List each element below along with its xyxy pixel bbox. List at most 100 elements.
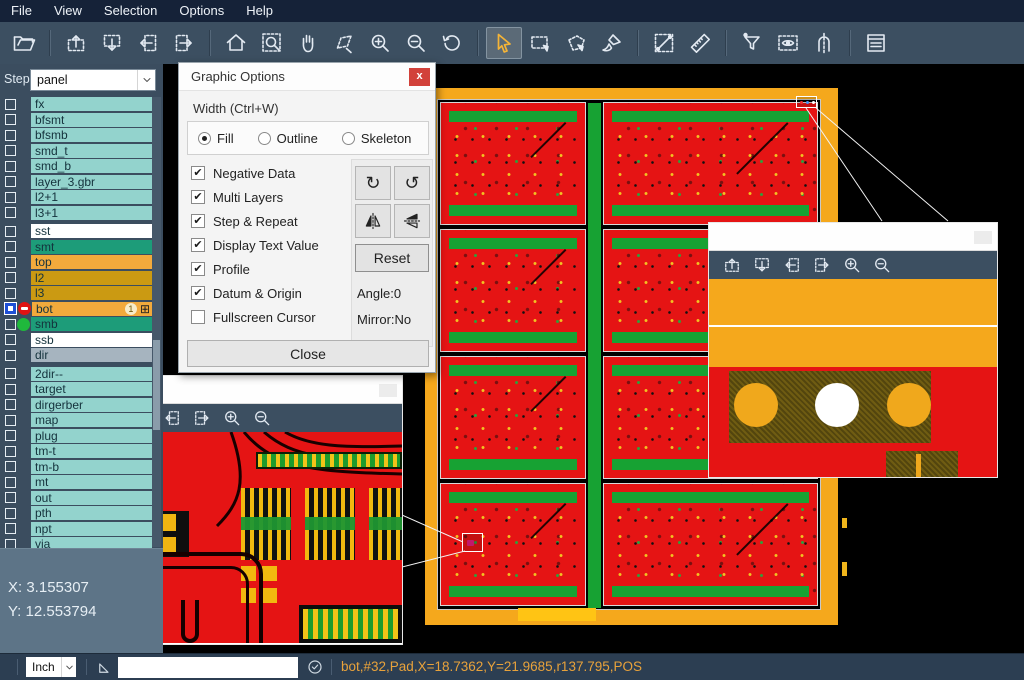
zoom-out-icon[interactable] (398, 27, 434, 59)
layer-name[interactable]: smt (31, 240, 152, 254)
snap-corner-icon[interactable] (96, 658, 114, 676)
magnifier-window-top-right[interactable] (708, 222, 998, 478)
layer-checkbox[interactable] (5, 176, 16, 187)
menu-file[interactable]: File (0, 0, 43, 22)
layer-name[interactable]: smd_b (31, 159, 152, 173)
layer-row[interactable]: l3+1 (0, 206, 163, 220)
layer-row[interactable]: smd_t (0, 144, 163, 158)
grid-icon[interactable]: ⊞ (140, 303, 150, 315)
layer-checkbox[interactable] (5, 523, 16, 534)
layer-row[interactable]: 2dir-- (0, 367, 163, 381)
reset-button[interactable]: Reset (355, 244, 429, 272)
window-button-icon[interactable] (379, 384, 397, 397)
layer-checkbox[interactable] (5, 430, 16, 441)
snap-trace-icon[interactable] (806, 27, 842, 59)
layer-checkbox[interactable] (5, 508, 16, 519)
check-fullscreen-cursor[interactable]: Fullscreen Cursor (191, 305, 346, 329)
layer-name[interactable]: bfsmt (31, 113, 152, 127)
rotate-ccw-button[interactable]: ↺ (394, 166, 430, 200)
check-datum-origin[interactable]: ✔Datum & Origin (191, 281, 346, 305)
checkbox-icon[interactable]: ✔ (191, 238, 205, 252)
layer-name[interactable]: top (31, 255, 152, 269)
layer-name[interactable]: out (31, 491, 152, 505)
layer-checkbox[interactable] (5, 226, 16, 237)
check-step-repeat[interactable]: ✔Step & Repeat (191, 209, 346, 233)
radio-skeleton[interactable]: Skeleton (342, 131, 412, 146)
menu-view[interactable]: View (43, 0, 93, 22)
layer-checkbox[interactable] (5, 207, 16, 218)
menu-selection[interactable]: Selection (93, 0, 168, 22)
layer-checkbox[interactable] (5, 192, 16, 203)
scrollbar-thumb[interactable] (153, 340, 160, 430)
layer-checkbox[interactable] (5, 130, 16, 141)
layer-name[interactable]: target (31, 382, 152, 396)
layer-name[interactable]: plug (31, 429, 152, 443)
layer-checkbox[interactable] (5, 477, 16, 488)
mirror-vertical-button[interactable] (355, 204, 391, 238)
checkbox-icon[interactable]: ✔ (191, 190, 205, 204)
pan-left-icon[interactable] (130, 27, 166, 59)
layer-row[interactable]: bfsmt (0, 113, 163, 127)
layer-checkbox[interactable] (5, 257, 16, 268)
radio-outline[interactable]: Outline (258, 131, 318, 146)
zoom-in-icon[interactable] (217, 406, 247, 430)
radio-fill[interactable]: Fill (198, 131, 234, 146)
magnifier-title-bar[interactable] (709, 223, 997, 251)
layer-name[interactable]: tm-t (31, 444, 152, 458)
layer-name[interactable]: l2 (31, 271, 152, 285)
pan-right-icon[interactable] (187, 406, 217, 430)
close-button[interactable]: Close (187, 340, 429, 367)
pan-hand-icon[interactable] (290, 27, 326, 59)
layer-checkbox[interactable] (5, 446, 16, 457)
check-display-text-value[interactable]: ✔Display Text Value (191, 233, 346, 257)
pan-right-icon[interactable] (166, 27, 202, 59)
magnifier-view[interactable] (709, 279, 997, 477)
layer-row[interactable]: l2+1 (0, 190, 163, 204)
layer-checkbox[interactable] (5, 334, 16, 345)
sidebar-scrollbar[interactable] (152, 97, 161, 547)
layer-checkbox[interactable] (5, 288, 16, 299)
layer-name[interactable]: pth (31, 506, 152, 520)
layer-checkbox[interactable] (5, 384, 16, 395)
chevron-down-icon[interactable] (137, 70, 155, 90)
layer-row[interactable]: bfsmb (0, 128, 163, 142)
layer-row[interactable]: tm-t (0, 444, 163, 458)
layer-row[interactable]: map (0, 413, 163, 427)
layer-checkbox[interactable] (5, 492, 16, 503)
area-zoom-icon[interactable] (326, 27, 362, 59)
check-negative-data[interactable]: ✔Negative Data (191, 161, 346, 185)
unit-select[interactable]: Inch (26, 657, 76, 677)
open-file-icon[interactable] (6, 27, 42, 59)
pan-down-icon[interactable] (94, 27, 130, 59)
layer-row[interactable]: out (0, 491, 163, 505)
mirror-horizontal-button[interactable] (394, 204, 430, 238)
measure-distance-icon[interactable] (646, 27, 682, 59)
zoom-in-icon[interactable] (362, 27, 398, 59)
layer-name[interactable]: layer_3.gbr (31, 175, 152, 189)
layer-row[interactable]: layer_3.gbr (0, 175, 163, 189)
layer-name[interactable]: map (31, 413, 152, 427)
window-button-icon[interactable] (974, 231, 992, 244)
layer-name[interactable]: dirgerber (31, 398, 152, 412)
layer-checkbox[interactable] (5, 145, 16, 156)
layer-row[interactable]: smd_b (0, 159, 163, 173)
layer-name[interactable]: mt (31, 475, 152, 489)
menu-help[interactable]: Help (235, 0, 284, 22)
layer-row[interactable]: smb (0, 317, 163, 331)
layer-checkbox[interactable] (5, 114, 16, 125)
layer-row-active[interactable]: bot 1 ⊞ (0, 302, 163, 316)
rotate-cw-button[interactable]: ↻ (355, 166, 391, 200)
layer-name[interactable]: ssb (31, 333, 152, 347)
layer-row[interactable]: l2 (0, 271, 163, 285)
close-icon[interactable]: x (409, 68, 430, 86)
layer-row[interactable]: mt (0, 475, 163, 489)
select-cursor-icon[interactable] (486, 27, 522, 59)
layer-checkbox[interactable] (5, 272, 16, 283)
rect-select-icon[interactable] (522, 27, 558, 59)
layer-checkbox[interactable] (5, 241, 16, 252)
layer-checkbox[interactable] (5, 161, 16, 172)
layer-checkbox[interactable] (5, 368, 16, 379)
layer-row[interactable]: sst (0, 224, 163, 238)
pan-down-icon[interactable] (747, 253, 777, 277)
layer-checkbox[interactable] (5, 350, 16, 361)
